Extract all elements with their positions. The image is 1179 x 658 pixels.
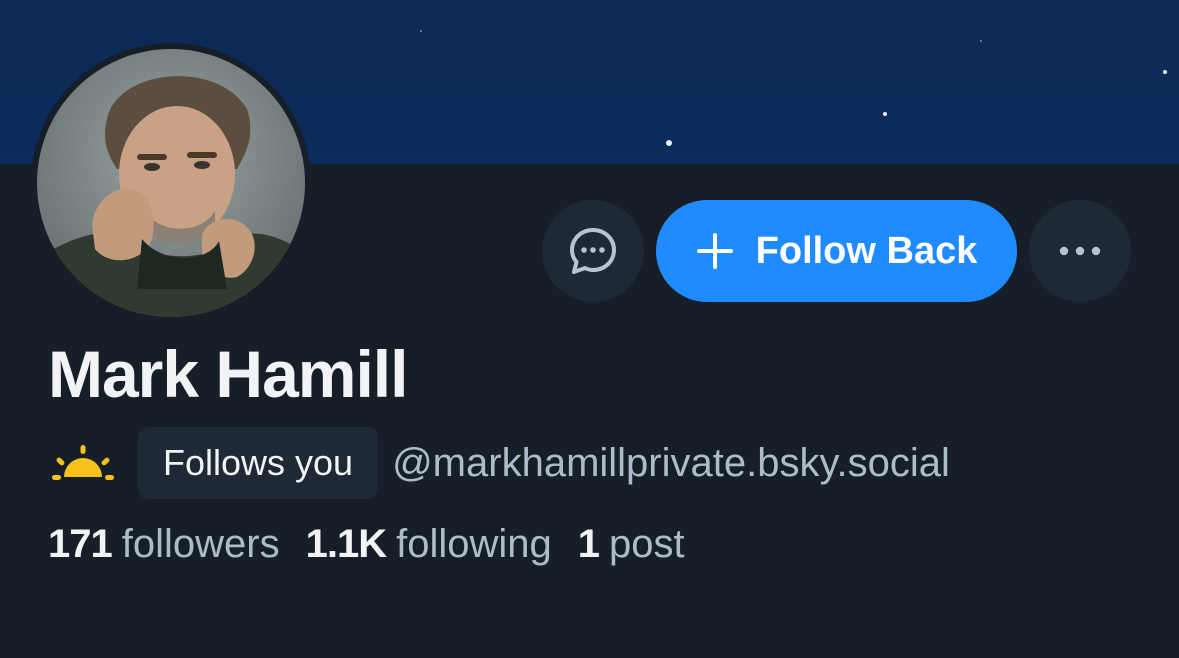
follow-back-button[interactable]: Follow Back bbox=[656, 200, 1017, 302]
banner-star bbox=[666, 140, 672, 146]
posts-label: post bbox=[609, 522, 685, 566]
banner-star bbox=[883, 112, 887, 116]
banner-star bbox=[420, 30, 422, 32]
avatar[interactable] bbox=[37, 49, 305, 317]
follows-you-badge: Follows you bbox=[138, 427, 379, 499]
sun-icon bbox=[52, 445, 114, 480]
profile-stats: 171 followers 1.1K following 1 post bbox=[48, 522, 711, 567]
message-icon bbox=[570, 228, 616, 274]
banner-star bbox=[980, 40, 982, 42]
avatar-photo bbox=[37, 49, 305, 317]
display-name: Mark Hamill bbox=[48, 337, 408, 411]
followers-count[interactable]: 171 bbox=[48, 522, 113, 567]
profile-meta-row: Follows you @markhamillprivate.bsky.soci… bbox=[48, 427, 950, 499]
more-icon bbox=[1059, 246, 1101, 256]
plus-icon bbox=[696, 233, 733, 269]
profile-handle[interactable]: @markhamillprivate.bsky.social bbox=[392, 441, 950, 486]
banner-star bbox=[1163, 70, 1167, 74]
posts-count: 1 bbox=[577, 522, 600, 566]
following-label[interactable]: following bbox=[396, 522, 552, 567]
more-options-button[interactable] bbox=[1029, 200, 1131, 302]
follow-back-label: Follow Back bbox=[755, 229, 978, 272]
profile-header: Follow Back Mark Hamill Follows you @mar… bbox=[0, 0, 1179, 658]
following-count[interactable]: 1.1K bbox=[306, 522, 387, 567]
message-button[interactable] bbox=[542, 200, 644, 302]
followers-label[interactable]: followers bbox=[122, 522, 280, 567]
